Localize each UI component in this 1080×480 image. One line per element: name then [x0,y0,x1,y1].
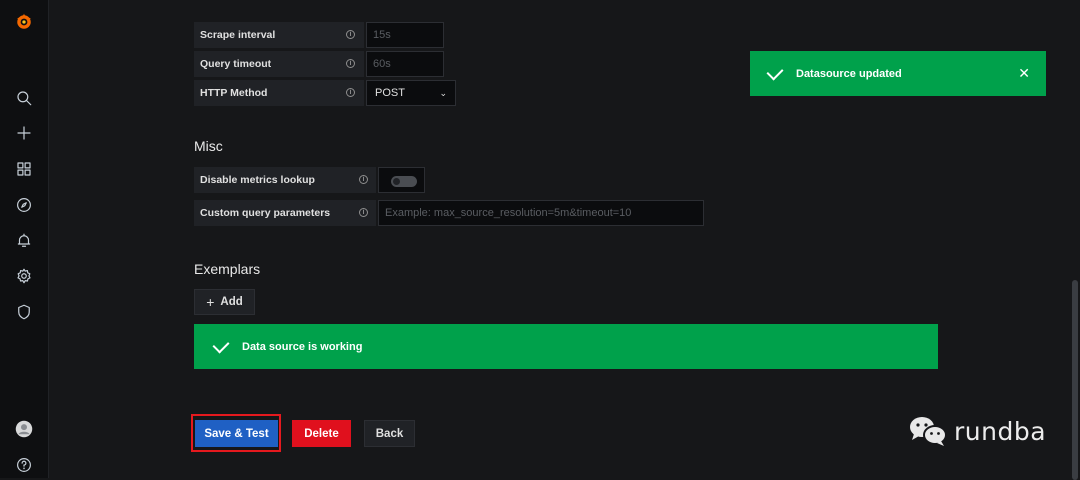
disable-metrics-toggle-box [378,167,425,193]
explore-compass-icon[interactable] [12,193,36,217]
user-avatar[interactable] [12,417,36,441]
chevron-down-icon: ⌄ [439,87,447,98]
exemplars-section-title: Exemplars [194,261,261,277]
datasource-updated-toast: Datasource updated ✕ [750,51,1046,96]
watermark: rundba [908,414,1046,448]
back-button[interactable]: Back [364,420,415,447]
save-test-button[interactable]: Save & Test [195,420,278,447]
http-method-select[interactable]: POST ⌄ [366,80,456,106]
scrape-interval-row: Scrape interval i 15s [194,22,444,48]
sidebar [0,0,49,478]
help-icon[interactable] [12,453,36,477]
delete-button[interactable]: Delete [292,420,351,447]
http-method-row: HTTP Method i POST ⌄ [194,80,456,106]
http-method-label: HTTP Method i [194,80,364,106]
disable-metrics-label: Disable metrics lookup i [194,167,376,193]
plus-icon[interactable] [12,121,36,145]
disable-metrics-toggle[interactable] [391,176,417,187]
configuration-gear-icon[interactable] [12,264,36,288]
add-exemplar-button[interactable]: + Add [194,289,255,315]
alerting-bell-icon[interactable] [12,229,36,253]
close-icon[interactable]: ✕ [1018,65,1030,82]
misc-section-title: Misc [194,138,223,154]
query-timeout-row: Query timeout i 60s [194,51,444,77]
disable-metrics-row: Disable metrics lookup i [194,167,376,193]
check-icon [212,336,230,354]
wechat-logo-icon [910,417,947,446]
scrape-interval-label: Scrape interval i [194,22,364,48]
custom-query-label: Custom query parameters i [194,200,376,226]
scrollbar-thumb[interactable] [1072,280,1078,480]
plus-icon: + [206,294,215,310]
search-icon[interactable] [12,86,36,110]
watermark-text: rundba [954,416,1047,446]
scrollbar[interactable] [1070,0,1080,480]
grafana-logo-icon[interactable] [12,10,36,34]
server-admin-shield-icon[interactable] [12,300,36,324]
check-icon [766,63,784,81]
custom-query-row: Custom query parameters i Example: max_s… [194,200,704,226]
info-icon[interactable]: i [359,175,368,184]
info-icon[interactable]: i [346,59,355,68]
info-icon[interactable]: i [346,88,355,97]
custom-query-input[interactable]: Example: max_source_resolution=5m&timeou… [378,200,704,226]
scrape-interval-input[interactable]: 15s [366,22,444,48]
query-timeout-input[interactable]: 60s [366,51,444,77]
datasource-working-alert: Data source is working [194,324,938,369]
dashboards-icon[interactable] [12,157,36,181]
info-icon[interactable]: i [346,30,355,39]
info-icon[interactable]: i [359,208,368,217]
query-timeout-label: Query timeout i [194,51,364,77]
